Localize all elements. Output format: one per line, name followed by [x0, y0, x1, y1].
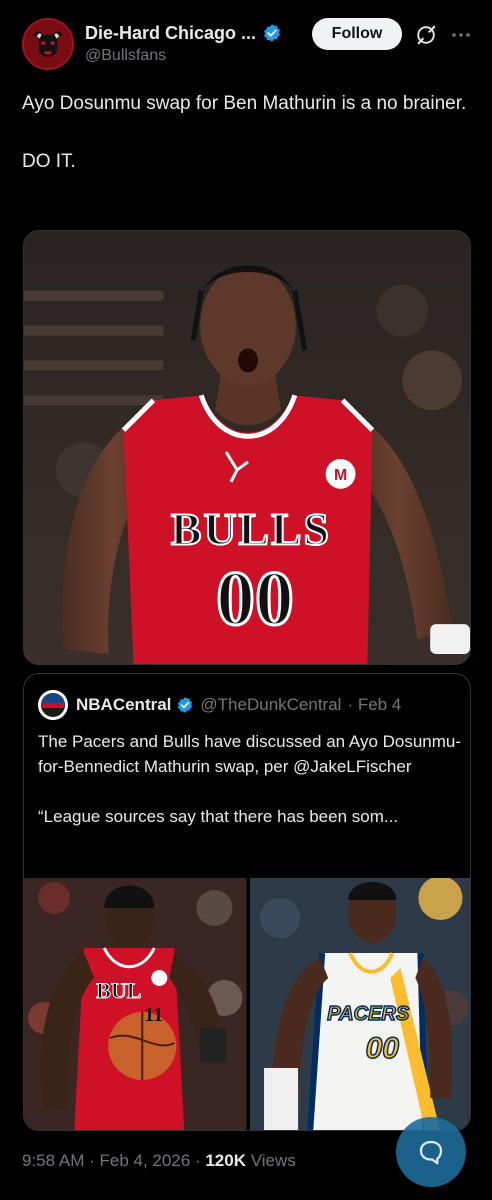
quote-header: NBACentral @TheDunkCentral · Feb 4	[38, 690, 401, 720]
tweet-meta: 9:58 AM · Feb 4, 2026 · 120K Views	[22, 1151, 296, 1171]
tweet-header: Die-Hard Chicago ... @Bullsfans Follow	[22, 18, 482, 70]
more-icon[interactable]	[450, 26, 472, 44]
pacers-player-photo: PACERS 00	[249, 878, 470, 1130]
nba-central-logo-icon	[38, 690, 68, 720]
views-label: Views	[245, 1151, 296, 1170]
tweet-text-line: Ayo Dosunmu swap for Ben Mathurin is a n…	[22, 93, 467, 114]
account-handle[interactable]: @Bullsfans	[85, 47, 166, 65]
svg-text:BUL: BUL	[96, 978, 141, 1003]
tweet-text-line: DO IT.	[22, 151, 76, 172]
tweet-text: Ayo Dosunmu swap for Ben Mathurin is a n…	[22, 89, 477, 176]
right-jersey-team-label: PACERS	[327, 1003, 410, 1025]
quote-image-right[interactable]: PACERS 00	[249, 878, 470, 1130]
right-jersey-number-label: 00	[365, 1032, 399, 1065]
svg-text:M: M	[334, 467, 347, 484]
quote-text-line: “League sources say that there has been …	[38, 807, 399, 826]
account-name[interactable]: Die-Hard Chicago ...	[85, 23, 256, 44]
jersey-number-label: 00	[216, 555, 294, 641]
quote-date: · Feb 4	[347, 695, 402, 714]
quote-text-line: The Pacers and Bulls have discussed an A…	[38, 732, 462, 776]
player-photo: M BULLS 00	[24, 231, 470, 664]
quote-image-left[interactable]: BUL 11	[24, 878, 247, 1130]
quote-account-name: NBACentral	[76, 695, 172, 714]
bulls-logo-icon	[24, 20, 72, 68]
quote-media: BUL 11 PACERS 00	[24, 878, 470, 1130]
quote-avatar	[38, 690, 68, 720]
reply-fab-button[interactable]	[396, 1117, 466, 1187]
views-count: 120K	[205, 1151, 246, 1170]
jersey-team-label: BULLS	[171, 504, 331, 555]
tweet-image[interactable]: M BULLS 00	[23, 230, 471, 665]
tweet-timestamp[interactable]: 9:58 AM · Feb 4, 2026 ·	[22, 1151, 205, 1170]
left-jersey-number-label: 11	[144, 1004, 163, 1026]
quote-text: The Pacers and Bulls have discussed an A…	[38, 729, 463, 829]
verified-badge-icon	[178, 697, 193, 713]
quote-account-handle: @TheDunkCentral	[200, 695, 342, 714]
bulls-player-photo: BUL 11	[24, 878, 247, 1130]
grok-icon[interactable]	[415, 24, 437, 46]
chat-bubble-icon	[419, 1140, 443, 1165]
follow-button[interactable]: Follow	[312, 18, 402, 50]
quote-tweet[interactable]: NBACentral @TheDunkCentral · Feb 4 The P…	[23, 673, 471, 1131]
avatar[interactable]	[22, 18, 74, 70]
verified-badge-icon	[264, 24, 280, 42]
